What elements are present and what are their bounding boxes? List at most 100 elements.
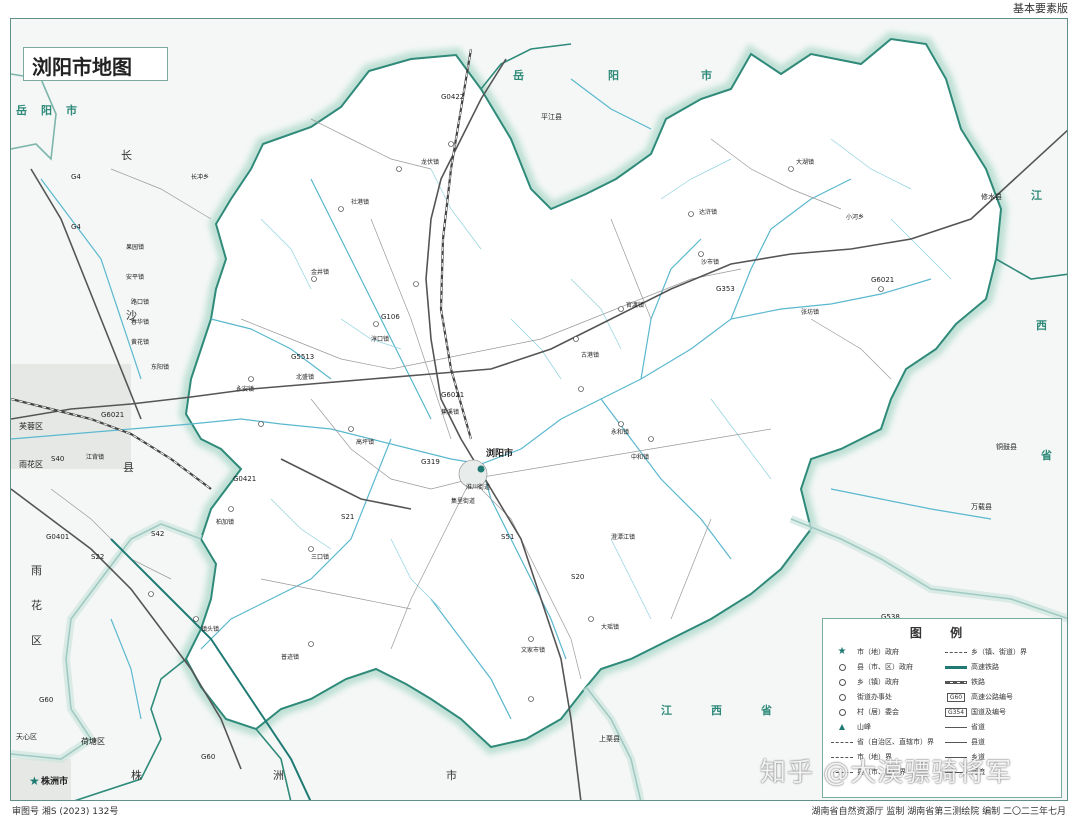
dash-symbol-icon bbox=[831, 738, 853, 746]
legend-item: 县道 bbox=[945, 737, 1053, 747]
region-yuhua-3: 区 bbox=[31, 634, 42, 647]
label-beisheng: 北盛镇 bbox=[296, 373, 314, 381]
dot-symbol-icon bbox=[831, 678, 853, 686]
star-symbol-icon: ★ bbox=[837, 646, 847, 657]
label-city-seat-sub: 淮川街道 bbox=[466, 483, 490, 491]
line-symbol-icon bbox=[945, 738, 967, 746]
label-sheguang: 社港镇 bbox=[351, 198, 369, 206]
legend-item-label: 高速铁路 bbox=[971, 663, 999, 671]
legend-item: 省（自治区、直辖市）界 bbox=[831, 737, 939, 747]
region-jx-s-1: 江 bbox=[661, 703, 672, 717]
road-g4-2: G4 bbox=[71, 173, 81, 181]
road-g319: G319 bbox=[421, 458, 440, 466]
road-g4: G4 bbox=[71, 223, 81, 231]
legend-item: 省道 bbox=[945, 722, 1053, 732]
label-lukou: 路口镇 bbox=[131, 298, 149, 306]
label-huanghua: 黄花镇 bbox=[131, 338, 149, 346]
zhuzhou-star-icon: ★ bbox=[29, 774, 40, 788]
watermark: 知乎 @大漠骠骑将军 bbox=[760, 758, 1013, 788]
legend-item-label: 县（市、区）政府 bbox=[857, 663, 913, 671]
legend-item: 山峰 bbox=[831, 722, 939, 732]
tri-symbol-icon bbox=[831, 723, 853, 731]
legend-item: 铁路 bbox=[945, 677, 1053, 687]
legend-item: 高速铁路 bbox=[945, 662, 1053, 672]
label-city-seat: 浏阳市 bbox=[486, 447, 513, 459]
region-nw-3: 市 bbox=[66, 103, 77, 117]
label-dawei: 达浒镇 bbox=[699, 208, 717, 216]
dash-symbol-icon bbox=[945, 648, 967, 656]
legend-item-label: 省（自治区、直辖市）界 bbox=[857, 738, 934, 746]
legend-item: 村（居）委会 bbox=[831, 707, 939, 717]
box-symbol-icon: G60 bbox=[945, 692, 967, 702]
label-baijia: 柏加镇 bbox=[216, 518, 234, 526]
label-dahu: 大湖镇 bbox=[796, 158, 814, 166]
rail-symbol-icon bbox=[945, 678, 967, 686]
label-zhangfang: 张坊镇 bbox=[801, 308, 819, 316]
road-s20: S20 bbox=[571, 573, 584, 581]
label-furong: 芙蓉区 bbox=[19, 421, 43, 431]
label-jinjing: 金井镇 bbox=[311, 268, 329, 276]
city-seat-dot bbox=[477, 465, 485, 473]
label-pingjiang: 平江县 bbox=[541, 113, 562, 121]
legend-item-label: 省道 bbox=[971, 723, 985, 731]
label-zhuzhou: 株洲市 bbox=[41, 775, 68, 787]
road-g60: G60 bbox=[39, 696, 53, 704]
line-symbol-icon bbox=[945, 723, 967, 731]
region-jx-s-2: 西 bbox=[711, 704, 722, 717]
legend-item-label: 高速公路编号 bbox=[971, 693, 1013, 701]
road-s40: S40 bbox=[51, 455, 64, 463]
label-yuhuaqu: 雨花区 bbox=[19, 459, 43, 469]
legend-item-label: 市（地）政府 bbox=[857, 648, 899, 656]
region-yuhua-2: 花 bbox=[31, 599, 42, 612]
label-jiaoxi: 蕉溪镇 bbox=[441, 408, 459, 416]
road-s51: S51 bbox=[501, 533, 514, 541]
region-yueyang-2: 阳 bbox=[608, 68, 619, 82]
edition-label: 基本要素版 bbox=[1013, 2, 1068, 15]
label-yonghe: 永和镇 bbox=[611, 428, 629, 436]
road-g0422: G0422 bbox=[441, 93, 464, 101]
label-guandu: 官渡镇 bbox=[626, 301, 644, 309]
map-title: 浏阳市地图 bbox=[23, 47, 168, 81]
label-chunhua: 春华镇 bbox=[131, 318, 149, 326]
legend-item: 乡（镇、街道）界 bbox=[945, 647, 1053, 657]
legend-title: 图 例 bbox=[909, 626, 975, 640]
region-zhuzhou-1: 株 bbox=[131, 768, 142, 782]
road-g6021-e: G6021 bbox=[871, 276, 894, 284]
footer-approval: 审图号 湘S (2023) 132号 bbox=[12, 807, 119, 817]
legend-item-label: 乡（镇）政府 bbox=[857, 678, 899, 686]
teal-symbol-icon bbox=[945, 663, 967, 671]
legend-item-label: 乡（镇、街道）界 bbox=[971, 648, 1027, 656]
label-yonganzhen: 永安镇 bbox=[236, 385, 254, 393]
region-nw-2: 阳 bbox=[41, 103, 52, 117]
road-g0421: G0421 bbox=[233, 475, 256, 483]
label-tianxin: 天心区 bbox=[16, 733, 37, 741]
label-gujia: 古港镇 bbox=[581, 351, 599, 359]
region-yuhua-1: 雨 bbox=[31, 564, 42, 577]
road-g6021-w: G6021 bbox=[101, 411, 124, 419]
region-changsha-3: 县 bbox=[123, 461, 134, 474]
legend-item: 县（市、区）政府 bbox=[831, 662, 939, 672]
region-zhuzhou-2: 洲 bbox=[273, 769, 284, 782]
label-chunkou: 淳口镇 bbox=[371, 335, 389, 343]
road-g106: G106 bbox=[381, 313, 400, 321]
road-g0401: G0401 bbox=[46, 533, 69, 541]
label-zhonghe: 中和镇 bbox=[631, 453, 649, 461]
label-dongyang: 东阳镇 bbox=[151, 363, 169, 371]
legend-item-label: 国道及编号 bbox=[971, 708, 1006, 716]
label-puji: 普迹镇 bbox=[281, 653, 299, 661]
road-s21: S21 bbox=[341, 513, 354, 521]
label-shangli: 上栗县 bbox=[599, 734, 620, 743]
region-changsha-1: 长 bbox=[121, 149, 132, 162]
road-g5513: G5513 bbox=[291, 353, 314, 361]
dot-symbol-icon bbox=[831, 663, 853, 671]
label-jiangbei: 江背镇 bbox=[86, 453, 104, 461]
dot-symbol-icon bbox=[831, 693, 853, 701]
legend-item-label: 山峰 bbox=[857, 723, 871, 731]
region-jx-e-2: 西 bbox=[1036, 319, 1047, 332]
label-xiushui: 修水县 bbox=[981, 192, 1002, 201]
dot-symbol-icon bbox=[831, 708, 853, 716]
legend-item-label: 县道 bbox=[971, 738, 985, 746]
label-anping: 安平镇 bbox=[126, 273, 144, 281]
label-gaoping: 高坪镇 bbox=[356, 438, 374, 446]
road-g353: G353 bbox=[716, 285, 735, 293]
